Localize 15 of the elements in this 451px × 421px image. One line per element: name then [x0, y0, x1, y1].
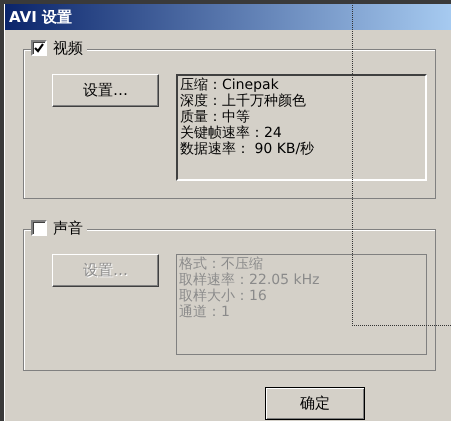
checkbox[interactable] [31, 40, 47, 56]
info-line: 压缩：Cinepak [180, 77, 280, 93]
settings-button[interactable]: 设置… [52, 74, 159, 107]
info-line: 深度：上千万种颜色 [180, 93, 307, 109]
info-line: 数据速率： 90 KB/秒 [180, 141, 316, 157]
info-line: 格式：不压缩 [179, 256, 264, 272]
window-title: AVI 设置 [9, 6, 72, 28]
info-line: 通道：1 [179, 304, 231, 320]
info-line: 关键帧速率：24 [180, 125, 283, 141]
ok-button[interactable]: 确定 [265, 387, 365, 420]
checkbox-label: 视频 [53, 39, 83, 57]
info-line: 质量：中等 [180, 109, 251, 125]
info-line: 取样速率：22.05 kHz [179, 272, 321, 288]
checkbox-label: 声音 [53, 219, 83, 237]
info-line: 取样大小：16 [179, 288, 268, 304]
